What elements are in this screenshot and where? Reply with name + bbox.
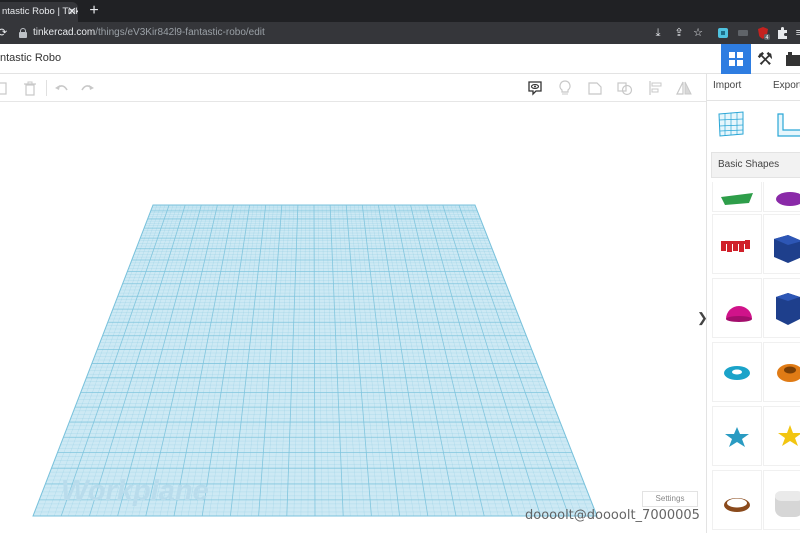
half-sphere-pink-icon xyxy=(726,306,752,322)
reload-icon[interactable]: ⟳ xyxy=(0,26,7,39)
tinker-pickaxe-icon[interactable]: ⚒ xyxy=(752,46,778,72)
cube-blue-icon xyxy=(774,235,800,263)
mirror-icon[interactable] xyxy=(676,80,692,96)
menu-icon[interactable]: ≡ xyxy=(792,26,800,40)
shapes-panel: Import Export Basic Shapes xyxy=(706,74,800,533)
shape-polygon-blue[interactable] xyxy=(763,278,800,338)
rounded-box-grey-icon xyxy=(775,491,800,517)
extension-teal-icon[interactable] xyxy=(716,26,730,40)
shape-half-sphere-pink[interactable] xyxy=(712,278,762,338)
app-header: ntastic Robo ⚒ xyxy=(0,44,800,74)
sphere-purple-icon xyxy=(776,192,800,206)
install-app-icon[interactable]: ⤓ xyxy=(651,26,665,40)
trash-icon[interactable] xyxy=(22,80,38,96)
notes-visibility-icon[interactable] xyxy=(527,80,543,96)
undo-icon[interactable] xyxy=(53,80,69,96)
extension-ublock-icon[interactable]: 4 xyxy=(756,26,770,41)
polygon-blue-icon xyxy=(776,293,800,325)
torus-teal-icon xyxy=(724,366,750,380)
extension-dark-icon[interactable] xyxy=(736,26,750,40)
tinkercad-browser-window: ntastic Robo | Tinke ✕ + ⟳ tinkercad.com… xyxy=(0,0,800,533)
shape-cube-blue[interactable] xyxy=(763,214,800,274)
ring-brown-icon xyxy=(724,498,750,512)
group-shapes-icon[interactable] xyxy=(587,80,603,96)
blocks-view-icon[interactable] xyxy=(786,52,800,66)
new-tab-icon[interactable]: + xyxy=(86,2,102,20)
tube-orange-icon xyxy=(777,364,800,382)
redo-icon[interactable] xyxy=(80,80,96,96)
shape-star-teal[interactable] xyxy=(712,406,762,466)
browser-address-bar: ⟳ tinkercad.com/things/eV3Kir842l9-fanta… xyxy=(0,22,800,44)
shape-box-green[interactable] xyxy=(712,182,762,212)
url-host: tinkercad.com xyxy=(33,27,96,38)
browser-tab-strip: ntastic Robo | Tinke ✕ + xyxy=(0,0,800,22)
shape-ring-brown[interactable] xyxy=(712,470,762,530)
star-teal-icon xyxy=(725,427,749,447)
ungroup-shapes-icon[interactable] xyxy=(617,80,633,96)
watermark-text: doooolt@doooolt_7000005 xyxy=(525,508,700,523)
panel-divider xyxy=(707,100,800,101)
share-icon[interactable]: ⇪ xyxy=(672,26,686,40)
puzzle-extensions-icon[interactable] xyxy=(775,26,789,40)
lock-icon[interactable] xyxy=(19,28,27,38)
workplane-canvas[interactable]: Workplane Settings ❯ xyxy=(0,102,706,533)
url-field[interactable]: tinkercad.com/things/eV3Kir842l9-fantast… xyxy=(33,27,265,38)
workplane-label: Workplane xyxy=(61,475,209,507)
design-title[interactable]: ntastic Robo xyxy=(0,52,61,64)
star-yellow-icon xyxy=(778,425,800,446)
settings-button[interactable]: Settings xyxy=(642,491,698,507)
import-button[interactable]: Import xyxy=(713,80,741,91)
grid-view-button[interactable] xyxy=(721,44,751,74)
extension-badge: 4 xyxy=(765,35,768,40)
url-path: /things/eV3Kir842l9-fantastic-robo/edit xyxy=(95,27,265,38)
close-icon[interactable]: ✕ xyxy=(66,6,78,18)
shape-star-yellow[interactable] xyxy=(763,406,800,466)
editor-toolbar xyxy=(0,74,706,102)
box-green-icon xyxy=(721,193,753,205)
shape-grid xyxy=(707,182,800,533)
lightbulb-icon[interactable] xyxy=(557,80,573,96)
shape-tube-orange[interactable] xyxy=(763,342,800,402)
text-red-icon xyxy=(721,240,750,252)
shape-rounded-box-grey[interactable] xyxy=(763,470,800,530)
toolbar-divider xyxy=(46,80,47,96)
shape-sphere-purple[interactable] xyxy=(763,182,800,212)
shape-library-select[interactable]: Basic Shapes xyxy=(711,152,800,178)
panel-toggle-chevron-icon[interactable]: ❯ xyxy=(697,304,706,332)
workplane-tool-icon[interactable] xyxy=(717,110,747,138)
align-icon[interactable] xyxy=(648,80,664,96)
browser-tab[interactable]: ntastic Robo | Tinke ✕ xyxy=(0,2,78,22)
export-button[interactable]: Export xyxy=(773,80,800,91)
bookmark-star-icon[interactable]: ☆ xyxy=(691,26,705,40)
shape-text-red[interactable] xyxy=(712,214,762,274)
ruler-tool-icon[interactable] xyxy=(775,110,800,138)
copy-icon[interactable] xyxy=(0,80,16,96)
shape-torus-teal[interactable] xyxy=(712,342,762,402)
